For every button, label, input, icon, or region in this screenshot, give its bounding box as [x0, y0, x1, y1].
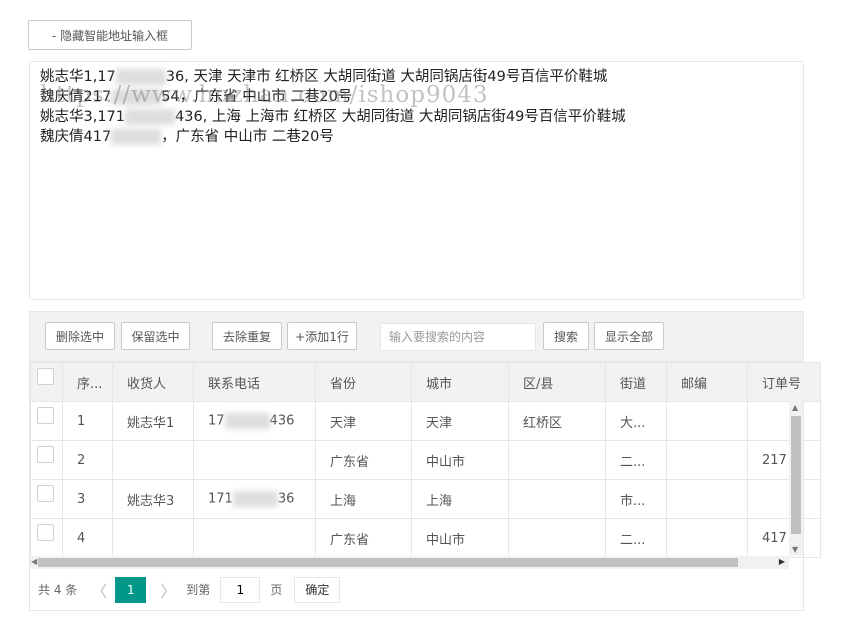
line-start: 魏庆倩417: [40, 129, 112, 145]
cell-name[interactable]: 姚志华3: [112, 479, 194, 519]
column-header[interactable]: 城市: [411, 362, 509, 402]
add-row-button[interactable]: +添加1行: [287, 322, 357, 350]
pagination: 共 4 条 〈 1 〉 到第 页 确定: [30, 569, 803, 610]
cell-city[interactable]: 中山市: [411, 440, 509, 480]
page-unit-label: 页: [270, 583, 283, 597]
horizontal-scrollbar[interactable]: ◀ ▶: [30, 556, 789, 569]
cell-no[interactable]: 2: [62, 440, 113, 480]
masked-phone: [111, 129, 162, 145]
cell-street[interactable]: 二...: [605, 440, 667, 480]
address-line: 姚志华3,171 436, 上海 上海市 红桥区 大胡同街道 大胡同锅店街49号百…: [40, 107, 793, 127]
column-header[interactable]: 区/县: [508, 362, 606, 402]
row-checkbox[interactable]: [30, 401, 63, 441]
cell-no[interactable]: 1: [62, 401, 113, 441]
cell-province[interactable]: 广东省: [315, 518, 412, 558]
line-start: 姚志华3,171: [40, 109, 126, 125]
total-count: 共 4 条: [38, 583, 78, 597]
cell-street[interactable]: 市...: [605, 479, 667, 519]
masked-phone: [125, 109, 176, 125]
cell-no[interactable]: 3: [62, 479, 113, 519]
page-number-input[interactable]: [220, 576, 261, 603]
table-row[interactable]: 1 姚志华1 17 436 天津 天津 红桥区 大...: [30, 401, 821, 441]
watermark: https://www.huzhan.com/ishop9043: [40, 82, 489, 108]
toggle-address-input-button[interactable]: - 隐藏智能地址输入框: [28, 20, 192, 50]
cell-city[interactable]: 中山市: [411, 518, 509, 558]
cell-order[interactable]: 217: [747, 440, 821, 480]
row-checkbox[interactable]: [30, 440, 63, 480]
cell-phone[interactable]: [193, 518, 316, 558]
column-header[interactable]: 收货人: [112, 362, 194, 402]
cell-no[interactable]: 4: [62, 518, 113, 558]
cell-city[interactable]: 天津: [411, 401, 509, 441]
cell-zip[interactable]: [666, 479, 748, 519]
cell-phone[interactable]: 17 436: [193, 401, 316, 441]
cell-zip[interactable]: [666, 440, 748, 480]
search-input[interactable]: [380, 323, 536, 351]
cell-order[interactable]: [747, 401, 821, 441]
cell-street[interactable]: 大...: [605, 401, 667, 441]
cell-name[interactable]: 姚志华1: [112, 401, 194, 441]
line-end: 436, 上海 上海市 红桥区 大胡同街道 大胡同锅店街49号百信平价鞋城: [175, 109, 626, 125]
table-toolbar: 删除选中 保留选中 去除重复 +添加1行 搜索 显示全部: [30, 312, 803, 362]
column-header[interactable]: 联系电话: [193, 362, 316, 402]
cell-phone[interactable]: 171 36: [193, 479, 316, 519]
cell-zip[interactable]: [666, 518, 748, 558]
address-table: 序... 收货人 联系电话 省份 城市 区/县 街道 邮编 订单号 1 姚志华1 17 436 天津 天津…: [30, 362, 821, 558]
address-line: 魏庆倩417 ，广东省 中山市 二巷20号: [40, 127, 793, 147]
column-header[interactable]: 序...: [62, 362, 113, 402]
table-panel: 删除选中 保留选中 去除重复 +添加1行 搜索 显示全部 序...收货人联系电话…: [29, 311, 821, 611]
cell-name[interactable]: [112, 518, 194, 558]
cell-order[interactable]: 417: [747, 518, 821, 558]
prev-page-button[interactable]: 〈: [91, 578, 107, 602]
show-all-button[interactable]: 显示全部: [594, 322, 664, 350]
cell-district[interactable]: [508, 479, 606, 519]
delete-selected-button[interactable]: 删除选中: [45, 322, 115, 350]
cell-province[interactable]: 广东省: [315, 440, 412, 480]
search-button[interactable]: 搜索: [543, 322, 589, 350]
row-checkbox[interactable]: [30, 518, 63, 558]
cell-zip[interactable]: [666, 401, 748, 441]
cell-city[interactable]: 上海: [411, 479, 509, 519]
vertical-scrollbar[interactable]: ▲ ▼: [789, 401, 803, 556]
table-row[interactable]: 2 广东省 中山市 二... 217: [30, 440, 821, 480]
column-header[interactable]: 街道: [605, 362, 667, 402]
column-header[interactable]: 订单号: [747, 362, 821, 402]
cell-phone[interactable]: [193, 440, 316, 480]
goto-label: 到第: [186, 583, 211, 597]
cell-province[interactable]: 上海: [315, 479, 412, 519]
cell-district[interactable]: [508, 518, 606, 558]
dedupe-button[interactable]: 去除重复: [212, 322, 282, 350]
cell-district[interactable]: 红桥区: [508, 401, 606, 441]
goto-confirm-button[interactable]: 确定: [294, 576, 341, 603]
column-header[interactable]: 省份: [315, 362, 412, 402]
row-checkbox[interactable]: [30, 479, 63, 519]
table-row[interactable]: 4 广东省 中山市 二... 417: [30, 518, 821, 558]
cell-order[interactable]: [747, 479, 821, 519]
column-header[interactable]: 邮编: [666, 362, 748, 402]
table-row[interactable]: 3 姚志华3 171 36 上海 上海 市...: [30, 479, 821, 519]
cell-street[interactable]: 二...: [605, 518, 667, 558]
keep-selected-button[interactable]: 保留选中: [121, 322, 190, 350]
cell-province[interactable]: 天津: [315, 401, 412, 441]
next-page-button[interactable]: 〉: [160, 578, 176, 602]
select-all-checkbox[interactable]: [30, 362, 63, 402]
cell-name[interactable]: [112, 440, 194, 480]
line-end: ，广东省 中山市 二巷20号: [161, 129, 334, 145]
cell-district[interactable]: [508, 440, 606, 480]
page-1-button[interactable]: 1: [115, 576, 147, 603]
